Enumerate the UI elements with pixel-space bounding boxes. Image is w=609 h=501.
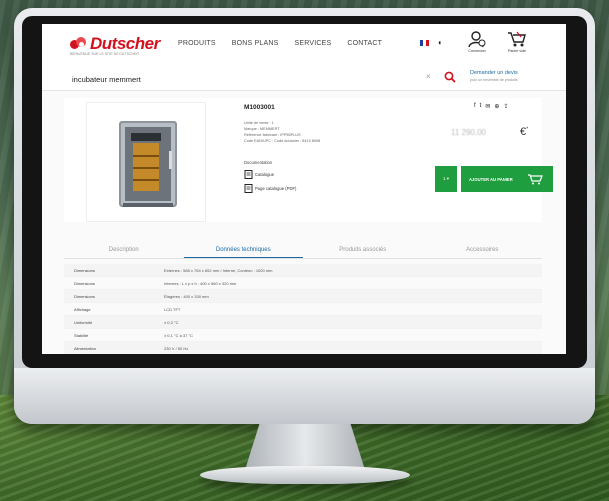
tab-accessories[interactable]: Accessoires [423,246,543,258]
brand-logo[interactable]: Dutscher [70,34,160,54]
tab-related-products[interactable]: Produits associés [303,246,423,258]
table-row: Dimensions Étagères : 400 x 330 mm [64,290,542,303]
brand-name: Dutscher [90,34,160,53]
print-icon[interactable]: ⊕ [494,103,499,110]
product-tabs: Description Données techniques Produits … [64,246,542,259]
currency-symbol: €* [520,126,529,138]
main-nav: PRODUITS BONS PLANS SERVICES CONTACT [178,40,382,47]
tab-technical-data[interactable]: Données techniques [183,246,303,258]
request-quote-subtitle: pour un ensemble de produits [470,78,518,82]
cart-icon [527,174,543,185]
table-row: Alimentation 230 V / 50 Hz [64,342,542,354]
table-row: Dimensions Internes : L x p x h : 400 x 5… [64,277,542,290]
doc-catalogue-page-link[interactable]: Page catalogue (PDF) [244,184,296,193]
doc-catalogue-link[interactable]: Catalogue [244,170,274,179]
account-label: Connexion [468,49,486,53]
product-reference: M1003001 [244,104,275,111]
share-icons: f t ✉ ⊕ ⇪ [474,103,508,110]
screen: Dutscher BIENVENUE SUR LE SITE DE DUTSCH… [42,24,566,354]
nav-item-bons-plans[interactable]: BONS PLANS [232,40,279,47]
nav-item-contact[interactable]: CONTACT [347,40,382,47]
monitor-stand-base [200,466,410,484]
table-row: Stabilité ± 0,1 °C à 37 °C [64,329,542,342]
tab-description[interactable]: Description [64,246,184,258]
share-icon[interactable]: ⇪ [503,103,508,110]
nav-item-produits[interactable]: PRODUITS [178,40,216,47]
incubator-icon [119,121,177,207]
table-row: Uniformité ± 0,3 °C [64,316,542,329]
product-card: M1003001 f t ✉ ⊕ ⇪ Unité de vente : 1 Ma… [64,98,553,222]
email-icon[interactable]: ✉ [485,103,490,110]
cart-button[interactable]: Panier vide [500,30,534,53]
search-clear-button[interactable]: × [426,72,431,81]
product-image[interactable] [86,102,206,222]
add-to-cart-button[interactable]: AJOUTER AU PANIER [461,166,553,192]
technical-data-table: Dimensions Externes : 585 x 754 x 652 mm … [64,264,542,354]
product-specs: Unité de vente : 1 Marque : MEMMERT Réfé… [244,120,320,144]
site-header: Dutscher BIENVENUE SUR LE SITE DE DUTSCH… [42,24,566,67]
nav-item-services[interactable]: SERVICES [295,40,332,47]
flag-france-icon[interactable] [420,40,429,46]
facebook-icon[interactable]: f [474,103,476,110]
request-quote-link[interactable]: Demander un devis [470,70,518,76]
pdf-icon [244,184,253,193]
brand-tagline: BIENVENUE SUR LE SITE DE DUTSCHER [70,52,139,56]
account-button[interactable]: Connexion [462,30,492,53]
quantity-select[interactable]: 1 ▾ [435,166,457,192]
documentation-title: Documentation [244,160,273,165]
product-price: 11 290,00 [451,128,486,137]
monitor-chin [14,368,595,424]
search-icon [444,71,456,83]
search-input[interactable] [70,71,434,87]
logo-mark-icon [70,36,88,52]
cart-label: Panier vide [508,49,526,53]
search-button[interactable] [444,70,456,88]
language-selector-icon[interactable]: ◐ [438,38,443,47]
spec-line: Code EAN/UPC : Code douanier : 8419 8998 [244,139,321,143]
monitor-stand-neck [245,424,365,470]
table-row: Affichage LCD TFT [64,303,542,316]
document-icon [244,170,253,179]
twitter-icon[interactable]: t [480,103,482,110]
cart-icon [508,31,526,47]
search-bar: × Demander un devis pour un ensemble de … [42,66,566,91]
table-row: Dimensions Externes : 585 x 754 x 652 mm … [64,264,542,277]
user-icon [468,31,486,48]
